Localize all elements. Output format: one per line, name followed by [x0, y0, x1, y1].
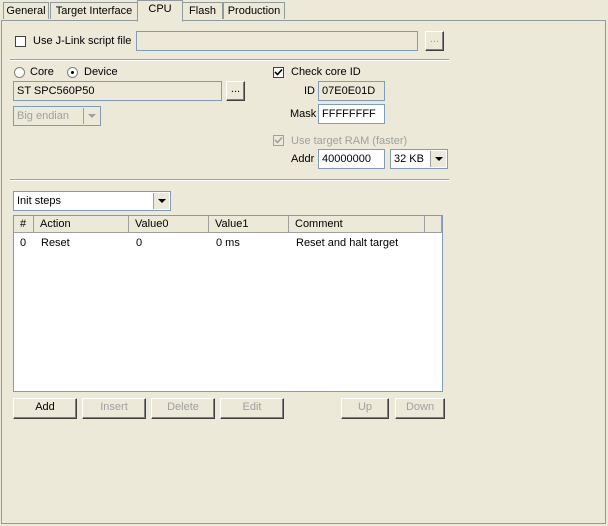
- tab-cpu-label: CPU: [148, 3, 172, 15]
- radio-core-label: Core: [30, 66, 54, 78]
- device-field: ST SPC560P50: [13, 81, 222, 101]
- radio-device-label: Device: [84, 66, 118, 78]
- steps-select-value: Init steps: [17, 195, 62, 207]
- chevron-down-icon: [83, 108, 99, 124]
- jlink-script-path-field: [136, 31, 418, 51]
- check-icon: [274, 68, 283, 76]
- tab-production[interactable]: Production: [223, 2, 285, 19]
- device-browse-button[interactable]: ...: [226, 81, 245, 101]
- insert-button: Insert: [82, 398, 146, 419]
- up-button: Up: [341, 398, 389, 419]
- column-header-action[interactable]: Action: [34, 216, 129, 233]
- chevron-down-icon: [430, 151, 446, 167]
- tab-target-interface-label: Target Interface: [55, 5, 133, 17]
- use-target-ram-label: Use target RAM (faster): [291, 135, 408, 147]
- radio-core[interactable]: [14, 67, 25, 78]
- cell-action: Reset: [41, 237, 70, 249]
- column-header-value0[interactable]: Value0: [129, 216, 209, 233]
- ram-addr-field[interactable]: 40000000: [318, 149, 385, 169]
- tab-flash-label: Flash: [189, 5, 216, 17]
- cell-comment: Reset and halt target: [296, 237, 399, 249]
- add-button[interactable]: Add: [13, 398, 77, 419]
- column-header-num[interactable]: #: [14, 216, 34, 233]
- mask-field[interactable]: FFFFFFFF: [318, 104, 385, 124]
- ram-size-value: 32 KB: [394, 153, 424, 165]
- separator-top: [10, 59, 449, 61]
- addr-label: Addr: [291, 153, 315, 165]
- tab-general-label: General: [6, 5, 46, 17]
- radio-device[interactable]: [67, 67, 78, 78]
- column-header-comment[interactable]: Comment: [289, 216, 425, 233]
- cell-value1: 0 ms: [216, 237, 240, 249]
- column-header-value1[interactable]: Value1: [209, 216, 289, 233]
- jlink-script-browse-button: ...: [425, 31, 444, 51]
- check-icon: [274, 136, 283, 144]
- tab-target-interface[interactable]: Target Interface: [50, 2, 138, 19]
- cell-num: 0: [20, 237, 27, 249]
- tab-flash[interactable]: Flash: [182, 2, 223, 19]
- table-row[interactable]: 0 Reset 0 0 ms Reset and halt target: [14, 236, 442, 251]
- steps-select[interactable]: Init steps: [13, 191, 171, 211]
- cell-value0: 0: [136, 237, 143, 249]
- delete-button: Delete: [151, 398, 215, 419]
- jlink-script-checkbox[interactable]: [15, 36, 26, 47]
- check-core-id-checkbox[interactable]: [273, 67, 284, 78]
- down-button: Down: [395, 398, 445, 419]
- endian-select-value: Big endian: [17, 110, 69, 122]
- tab-production-label: Production: [227, 5, 281, 17]
- steps-table[interactable]: # Action Value0 Value1 Comment 0 Reset 0…: [13, 215, 443, 392]
- ram-size-select[interactable]: 32 KB: [390, 149, 448, 169]
- use-target-ram-checkbox: [273, 135, 284, 146]
- check-core-id-label: Check core ID: [291, 66, 361, 78]
- id-label: ID: [304, 85, 315, 97]
- edit-button: Edit: [220, 398, 284, 419]
- separator-middle: [10, 179, 449, 181]
- tab-cpu[interactable]: CPU: [137, 0, 183, 22]
- chevron-down-icon: [153, 193, 169, 209]
- mask-label: Mask: [290, 108, 317, 120]
- column-header-filler: [425, 216, 442, 233]
- core-id-field: 07E0E01D: [318, 81, 385, 101]
- radio-device-dot: [71, 71, 74, 74]
- jlink-script-label: Use J-Link script file: [33, 35, 132, 47]
- tab-general[interactable]: General: [3, 2, 49, 19]
- endian-select: Big endian: [13, 106, 101, 126]
